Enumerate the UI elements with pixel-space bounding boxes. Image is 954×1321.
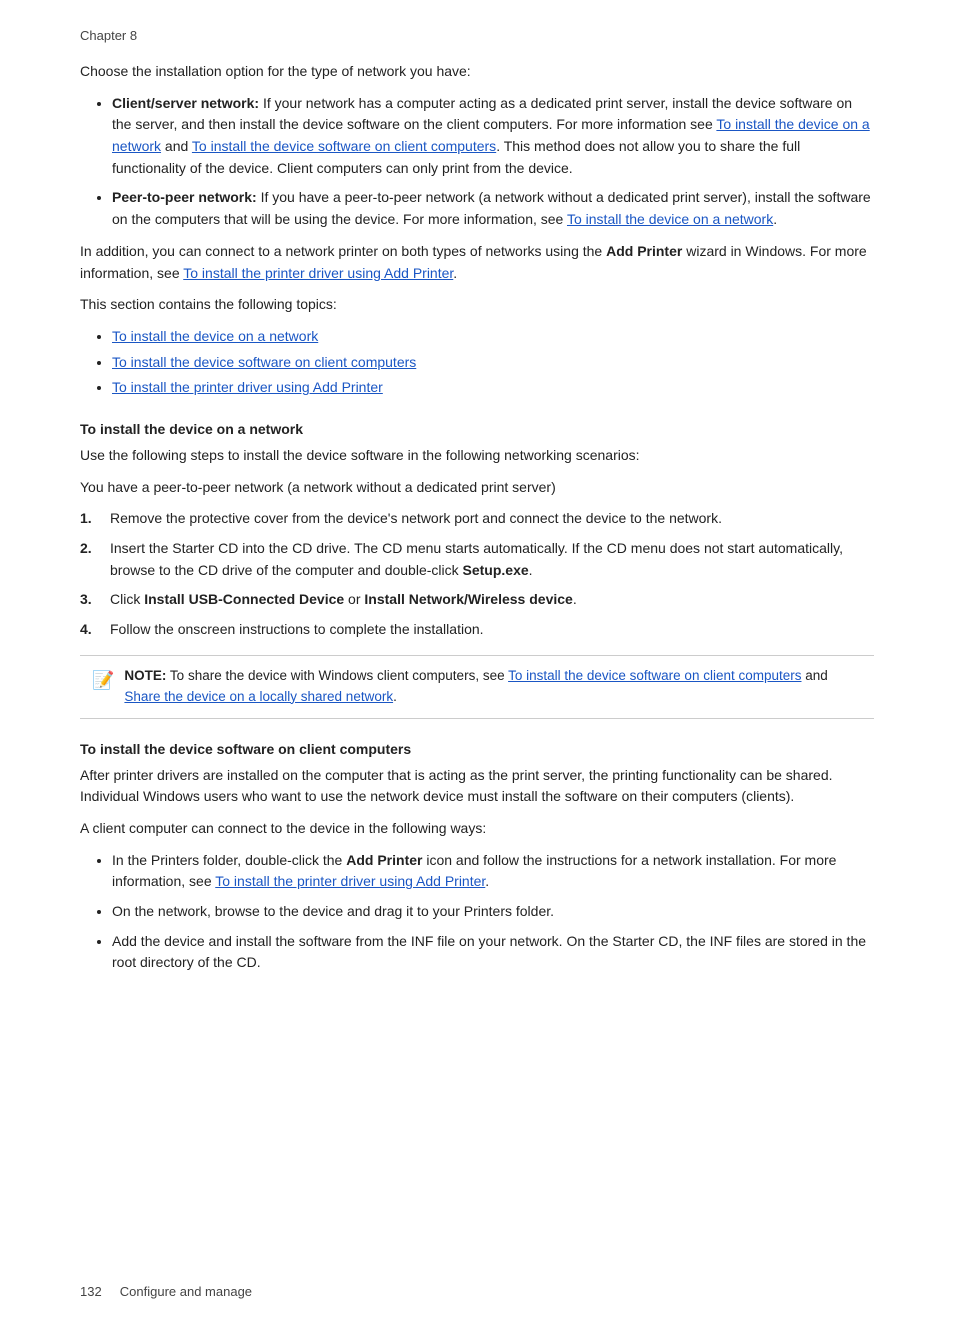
section1-heading: To install the device on a network	[80, 421, 874, 437]
topics-list: To install the device on a network To in…	[112, 326, 874, 399]
list-item-client-server: Client/server network: If your network h…	[112, 93, 874, 180]
topic-item-2: To install the device software on client…	[112, 352, 874, 374]
link-add-printer-2[interactable]: To install the printer driver using Add …	[215, 873, 485, 889]
install-usb-bold: Install USB-Connected Device	[144, 591, 344, 607]
note-icon: 📝	[92, 667, 114, 695]
peer-to-peer-term: Peer-to-peer network:	[112, 189, 257, 205]
link-topic-2[interactable]: To install the device software on client…	[112, 354, 416, 370]
step-2: 2. Insert the Starter CD into the CD dri…	[80, 538, 874, 581]
section2-para2: A client computer can connect to the dev…	[80, 818, 874, 840]
link-share-network-note[interactable]: Share the device on a locally shared net…	[124, 689, 393, 704]
section2-bullet-1: In the Printers folder, double-click the…	[112, 850, 874, 893]
section1-para1: Use the following steps to install the d…	[80, 445, 874, 467]
note-box: 📝 NOTE: To share the device with Windows…	[80, 655, 874, 719]
setup-exe-bold: Setup.exe	[463, 562, 529, 578]
section2-bullet-2: On the network, browse to the device and…	[112, 901, 874, 923]
link-install-network-2[interactable]: To install the device on a network	[567, 211, 773, 227]
add-printer-paragraph: In addition, you can connect to a networ…	[80, 241, 874, 284]
section2-para1: After printer drivers are installed on t…	[80, 765, 874, 808]
step-3: 3. Click Install USB-Connected Device or…	[80, 589, 874, 611]
section2-heading: To install the device software on client…	[80, 741, 874, 757]
footer: 132 Configure and manage	[80, 1284, 252, 1299]
link-add-printer-1[interactable]: To install the printer driver using Add …	[183, 265, 453, 281]
add-printer-bold-2: Add Printer	[346, 852, 422, 868]
intro-paragraph: Choose the installation option for the t…	[80, 61, 874, 83]
chapter-header: Chapter 8	[80, 28, 874, 43]
footer-text: Configure and manage	[120, 1284, 252, 1299]
chapter-label: Chapter 8	[80, 28, 137, 43]
install-network-bold: Install Network/Wireless device	[364, 591, 572, 607]
link-topic-1[interactable]: To install the device on a network	[112, 328, 318, 344]
page: Chapter 8 Choose the installation option…	[0, 0, 954, 1321]
list-item-peer-to-peer: Peer-to-peer network: If you have a peer…	[112, 187, 874, 230]
install-steps-list: 1. Remove the protective cover from the …	[80, 508, 874, 640]
section2-bullet-3: Add the device and install the software …	[112, 931, 874, 974]
add-printer-bold: Add Printer	[606, 243, 682, 259]
section2-bullets: In the Printers folder, double-click the…	[112, 850, 874, 974]
client-server-term: Client/server network:	[112, 95, 259, 111]
step-1: 1. Remove the protective cover from the …	[80, 508, 874, 530]
network-type-list: Client/server network: If your network h…	[112, 93, 874, 231]
link-install-client-note[interactable]: To install the device software on client…	[508, 668, 801, 683]
topic-item-1: To install the device on a network	[112, 326, 874, 348]
note-label: NOTE:	[124, 668, 166, 683]
footer-page: 132	[80, 1284, 102, 1299]
section1-para2: You have a peer-to-peer network (a netwo…	[80, 477, 874, 499]
topic-item-3: To install the printer driver using Add …	[112, 377, 874, 399]
step-4: 4. Follow the onscreen instructions to c…	[80, 619, 874, 641]
link-install-client-computers-1[interactable]: To install the device software on client…	[192, 138, 496, 154]
topics-intro: This section contains the following topi…	[80, 294, 874, 316]
link-topic-3[interactable]: To install the printer driver using Add …	[112, 379, 383, 395]
note-content: NOTE: To share the device with Windows c…	[124, 666, 862, 708]
